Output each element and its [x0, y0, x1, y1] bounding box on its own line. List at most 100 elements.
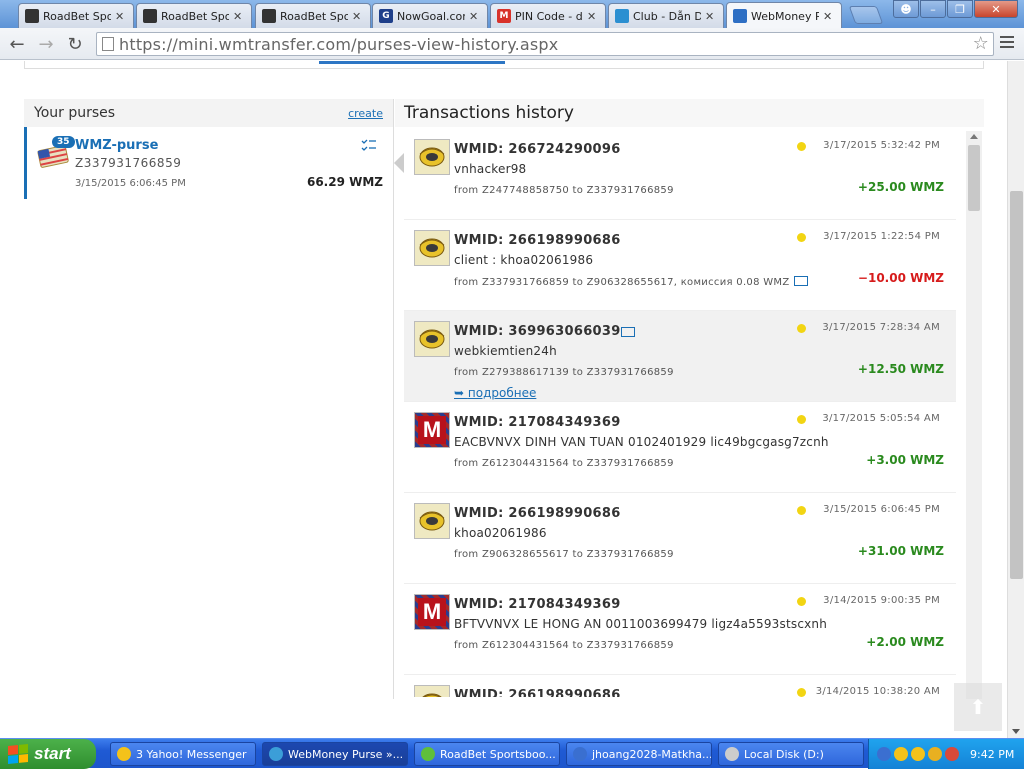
user-icon[interactable]: ☻	[893, 0, 919, 18]
taskbar-app-icon	[725, 747, 739, 761]
tab-close-icon[interactable]: ✕	[469, 10, 481, 23]
taskbar-item-label: WebMoney Purse »...	[288, 747, 404, 761]
transaction-wmid[interactable]: WMID: 369963066039	[454, 324, 621, 339]
transaction-time: 3/17/2015 5:05:54 AM	[822, 413, 940, 424]
tab-favicon-icon	[143, 9, 157, 23]
webmoney-avatar-icon	[414, 503, 450, 539]
window-controls: ☻ – ❐ ✕	[892, 0, 1018, 18]
receipt-icon[interactable]	[793, 276, 808, 286]
taskbar-item[interactable]: WebMoney Purse »...	[262, 742, 408, 766]
taskbar-item[interactable]: jhoang2028-Matkha...	[566, 742, 712, 766]
new-tab-button[interactable]	[848, 6, 884, 24]
transaction-wmid[interactable]: WMID: 217084349369	[454, 415, 621, 430]
reload-icon[interactable]: ↻	[64, 33, 86, 55]
tab-favicon-icon: G	[379, 9, 393, 23]
transaction-amount: +12.50 WMZ	[857, 362, 944, 376]
transaction-time: 3/17/2015 1:22:54 PM	[823, 231, 940, 242]
close-window-button[interactable]: ✕	[974, 0, 1018, 18]
maximize-button[interactable]: ❐	[947, 0, 973, 18]
tab-close-icon[interactable]: ✕	[587, 10, 599, 23]
back-to-top-button[interactable]: ⬆	[954, 683, 1002, 731]
transaction-amount: +25.00 WMZ	[857, 180, 944, 194]
avatar-letter: M	[418, 598, 446, 626]
transaction-row[interactable]: WMID: 266198990686 3/14/2015 10:38:20 AM	[404, 675, 956, 697]
checklist-icon[interactable]	[361, 138, 377, 152]
purse-item[interactable]: 35 WMZ-purse Z337931766859 3/15/2015 6:0…	[24, 127, 404, 199]
transaction-route: from Z279388617139 to Z337931766859	[454, 367, 674, 378]
back-arrow-icon[interactable]: ←	[6, 33, 28, 55]
create-purse-link[interactable]: create	[348, 107, 383, 120]
bookmark-star-icon[interactable]: ☆	[973, 33, 989, 54]
tab-favicon-icon	[25, 9, 39, 23]
page-scrollbar[interactable]	[1007, 61, 1024, 738]
transaction-row[interactable]: WMID: 266198990686 khoa02061986 from Z9063…	[404, 493, 956, 584]
browser-tab[interactable]: RoadBet Spor ✕	[255, 3, 371, 28]
status-dot-icon	[797, 506, 806, 515]
transaction-time: 3/14/2015 9:00:35 PM	[823, 595, 940, 606]
scroll-down-arrow-icon[interactable]	[1012, 729, 1020, 734]
id-card-icon[interactable]	[621, 327, 635, 337]
tab-favicon-icon	[733, 9, 747, 23]
history-panel: Transactions history WMID: 266724290096 v…	[395, 99, 984, 699]
purse-badge: 35	[52, 136, 75, 148]
transaction-wmid[interactable]: WMID: 266724290096	[454, 142, 621, 157]
transaction-amount: +2.00 WMZ	[866, 635, 944, 649]
chrome-menu-icon[interactable]	[1000, 36, 1014, 52]
browser-tab[interactable]: RoadBet Spor ✕	[136, 3, 252, 28]
browser-tab[interactable]: RoadBet Spor ✕	[18, 3, 134, 28]
purse-name[interactable]: WMZ-purse	[75, 138, 158, 153]
taskbar-item[interactable]: 3 Yahoo! Messenger	[110, 742, 256, 766]
start-button[interactable]: start	[0, 739, 96, 769]
top-panel	[24, 61, 984, 69]
tab-close-icon[interactable]: ✕	[823, 10, 835, 23]
page-scroll-thumb[interactable]	[1010, 191, 1023, 579]
tab-close-icon[interactable]: ✕	[352, 10, 364, 23]
address-bar[interactable]: https://mini.wmtransfer.com/purses-view-…	[96, 32, 994, 56]
taskbar-item[interactable]: RoadBet Sportsboo...	[414, 742, 560, 766]
tab-title: RoadBet Spor	[161, 9, 229, 23]
taskbar-item[interactable]: Local Disk (D:)	[718, 742, 864, 766]
status-dot-icon	[797, 415, 806, 424]
transaction-route: from Z247748858750 to Z337931766859	[454, 185, 674, 196]
network-tray-icon[interactable]	[945, 747, 959, 761]
transaction-wmid[interactable]: WMID: 217084349369	[454, 597, 621, 612]
transaction-row[interactable]: M WMID: 217084349369 EACBVNVX DINH VAN TUA…	[404, 402, 956, 493]
avatar-letter: M	[418, 416, 446, 444]
browser-tab[interactable]: Club - Dẫn Dắ ✕	[608, 3, 724, 28]
transaction-row[interactable]: WMID: 369963066039 webkiemtien24h from Z27…	[404, 311, 956, 402]
messenger-tray-icon[interactable]	[928, 747, 942, 761]
taskbar-item-label: 3 Yahoo! Messenger	[136, 747, 247, 761]
transaction-wmid[interactable]: WMID: 266198990686	[454, 688, 621, 697]
yahoo-tray-icon[interactable]	[894, 747, 908, 761]
transaction-row[interactable]: WMID: 266198990686 client : khoa02061986 f…	[404, 220, 956, 311]
page-content: Your purses create 35 WMZ-purse Z3379317…	[0, 61, 1024, 738]
transaction-wmid[interactable]: WMID: 266198990686	[454, 233, 621, 248]
status-dot-icon	[797, 142, 806, 151]
transaction-row[interactable]: WMID: 266724290096 vnhacker98 from Z247748…	[404, 129, 956, 220]
history-scrollbar[interactable]	[966, 131, 982, 699]
browser-tab[interactable]: WebMoney Pu ✕	[726, 2, 842, 29]
transaction-description: khoa02061986	[454, 526, 547, 540]
scroll-up-arrow-icon[interactable]	[970, 134, 978, 139]
browser-tab[interactable]: G NowGoal.com ✕	[372, 3, 488, 28]
history-scroll-thumb[interactable]	[968, 145, 980, 211]
minimize-button[interactable]: –	[920, 0, 946, 18]
purses-panel: Your purses create 35 WMZ-purse Z3379317…	[24, 99, 404, 699]
details-label: подробнее	[467, 386, 537, 400]
transaction-row[interactable]: M WMID: 217084349369 BFTVVNVX LE HONG AN 0…	[404, 584, 956, 675]
tab-close-icon[interactable]: ✕	[705, 10, 717, 23]
details-link[interactable]: ➥ подробнее	[454, 386, 536, 400]
transaction-wmid[interactable]: WMID: 266198990686	[454, 506, 621, 521]
forward-arrow-icon[interactable]: →	[35, 33, 57, 55]
tab-title: NowGoal.com	[397, 9, 465, 23]
smiley-tray-icon[interactable]	[911, 747, 925, 761]
tab-close-icon[interactable]: ✕	[233, 10, 245, 23]
purse-number: Z337931766859	[75, 156, 182, 170]
purse-date: 3/15/2015 6:06:45 PM	[75, 178, 186, 189]
browser-toolbar: ← → ↻ https://mini.wmtransfer.com/purses…	[0, 28, 1024, 60]
taskbar-app-icon	[421, 747, 435, 761]
tab-close-icon[interactable]: ✕	[115, 10, 127, 23]
browser-tab[interactable]: M PIN Code - dc ✕	[490, 3, 606, 28]
tray-arrow-icon[interactable]	[877, 747, 891, 761]
status-dot-icon	[797, 688, 806, 697]
